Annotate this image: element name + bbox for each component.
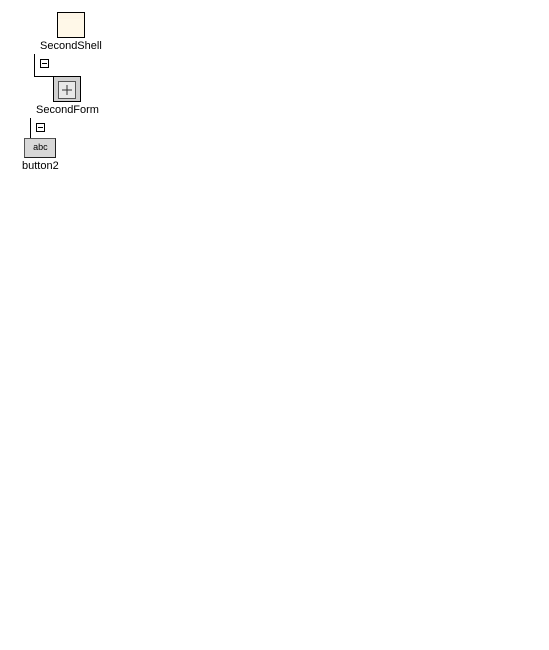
tree-node-button2[interactable]: abc button2	[22, 138, 59, 172]
button-icon: abc	[24, 138, 56, 158]
tree-node-label: button2	[22, 160, 59, 172]
tree-node-label: SecondForm	[36, 104, 99, 116]
window-icon	[57, 12, 85, 38]
outline-tree-canvas: SecondShell SecondForm abc button2	[0, 0, 549, 650]
tree-node-label: SecondShell	[40, 40, 102, 52]
form-icon	[53, 76, 81, 102]
tree-node-secondshell[interactable]: SecondShell	[40, 12, 102, 52]
tree-node-secondform[interactable]: SecondForm	[36, 76, 99, 116]
tree-connector	[34, 54, 35, 76]
tree-expander[interactable]	[40, 59, 49, 68]
tree-expander[interactable]	[36, 123, 45, 132]
